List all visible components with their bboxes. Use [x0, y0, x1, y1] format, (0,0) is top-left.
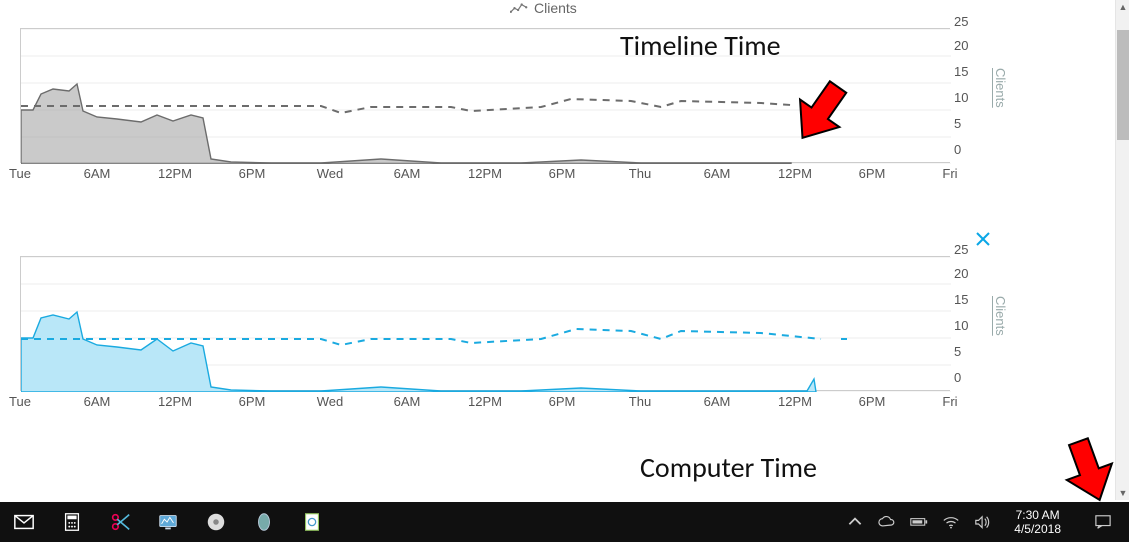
monitor-icon [157, 511, 179, 533]
y-tick: 5 [954, 344, 961, 359]
x-tick: Fri [942, 394, 957, 409]
taskbar-mouse-button[interactable] [240, 502, 288, 542]
y-tick: 20 [954, 266, 968, 281]
y-tick: 0 [954, 370, 961, 385]
taskbar-calculator-button[interactable] [48, 502, 96, 542]
x-tick: 6PM [859, 394, 886, 409]
page: Clients 25 20 15 [0, 0, 1129, 542]
tray-overflow-button[interactable] [846, 513, 864, 531]
x-axis-top: Tue 6AM 12PM 6PM Wed 6AM 12PM 6PM Thu 6A… [20, 166, 950, 184]
x-tick: Wed [317, 166, 344, 181]
disc-icon [205, 511, 227, 533]
x-tick: 6AM [704, 394, 731, 409]
taskbar: 7:30 AM 4/5/2018 [0, 502, 1129, 542]
taskbar-mail-button[interactable] [0, 502, 48, 542]
y-tick: 20 [954, 38, 968, 53]
wifi-icon [942, 515, 960, 529]
mail-icon [13, 511, 35, 533]
tray-wifi-button[interactable] [942, 513, 960, 531]
taskbar-monitor-button[interactable] [144, 502, 192, 542]
x-tick: Wed [317, 394, 344, 409]
x-tick: Thu [629, 394, 651, 409]
x-tick: 12PM [778, 166, 812, 181]
action-center-button[interactable] [1083, 502, 1123, 542]
y-axis-label-top[interactable]: Clients [993, 68, 1008, 108]
x-tick: 6AM [84, 394, 111, 409]
y-axis-top: 25 20 15 10 5 0 [954, 16, 986, 176]
cloud-icon [878, 516, 896, 529]
y-tick: 25 [954, 14, 968, 29]
tray-onedrive-button[interactable] [878, 513, 896, 531]
x-tick: 6AM [394, 394, 421, 409]
x-tick: 12PM [468, 166, 502, 181]
x-tick: 6PM [239, 166, 266, 181]
calculator-icon [61, 511, 83, 533]
scissors-icon [109, 511, 131, 533]
chart-bottom: 25 20 15 10 5 0 Clients Tue 6AM 12PM 6PM… [20, 256, 950, 391]
battery-icon [910, 517, 928, 527]
x-tick: 12PM [468, 394, 502, 409]
x-tick: Tue [9, 166, 31, 181]
arrow-icon [782, 70, 862, 150]
clock-date: 4/5/2018 [1014, 522, 1061, 536]
y-axis-label-bottom[interactable]: Clients [993, 296, 1008, 336]
mouse-icon [253, 511, 275, 533]
x-tick: 6PM [239, 394, 266, 409]
x-tick: 6AM [704, 166, 731, 181]
x-tick: 6PM [859, 166, 886, 181]
legend-label: Clients [534, 0, 577, 16]
x-tick: 12PM [778, 394, 812, 409]
y-tick: 15 [954, 64, 968, 79]
taskbar-snip-button[interactable] [96, 502, 144, 542]
scroll-thumb[interactable] [1117, 30, 1129, 140]
x-tick: Fri [942, 166, 957, 181]
notification-icon [1094, 514, 1112, 530]
taskbar-app-button[interactable] [288, 502, 336, 542]
legend[interactable]: Clients [510, 0, 577, 16]
x-tick: 6AM [84, 166, 111, 181]
x-tick: 6AM [394, 166, 421, 181]
x-tick: 12PM [158, 394, 192, 409]
system-tray: 7:30 AM 4/5/2018 [846, 502, 1129, 542]
document-icon [301, 511, 323, 533]
y-tick: 0 [954, 142, 961, 157]
tray-volume-button[interactable] [974, 513, 992, 531]
x-tick: 6PM [549, 394, 576, 409]
chevron-up-icon [846, 513, 864, 531]
y-tick: 25 [954, 242, 968, 257]
clock-time: 7:30 AM [1014, 508, 1061, 522]
line-chart-icon [510, 1, 528, 15]
y-axis-bottom: 25 20 15 10 5 0 [954, 244, 986, 404]
annotation-computer-label: Computer Time [640, 450, 817, 485]
tray-battery-button[interactable] [910, 513, 928, 531]
scroll-down-icon[interactable]: ▼ [1116, 486, 1129, 500]
x-tick: Thu [629, 166, 651, 181]
y-tick: 10 [954, 318, 968, 333]
annotation-timeline-label: Timeline Time [620, 28, 781, 63]
plot-area-bottom[interactable] [20, 256, 950, 391]
taskbar-disc-button[interactable] [192, 502, 240, 542]
vertical-scrollbar[interactable]: ▲ ▼ [1115, 0, 1129, 500]
x-tick: 6PM [549, 166, 576, 181]
x-tick: 12PM [158, 166, 192, 181]
y-tick: 15 [954, 292, 968, 307]
scroll-up-icon[interactable]: ▲ [1116, 0, 1129, 14]
chart-svg-bottom [21, 257, 951, 392]
taskbar-clock[interactable]: 7:30 AM 4/5/2018 [1006, 508, 1069, 536]
x-axis-bottom: Tue 6AM 12PM 6PM Wed 6AM 12PM 6PM Thu 6A… [20, 394, 950, 412]
x-tick: Tue [9, 394, 31, 409]
y-tick: 10 [954, 90, 968, 105]
y-tick: 5 [954, 116, 961, 131]
speaker-icon [974, 515, 992, 529]
